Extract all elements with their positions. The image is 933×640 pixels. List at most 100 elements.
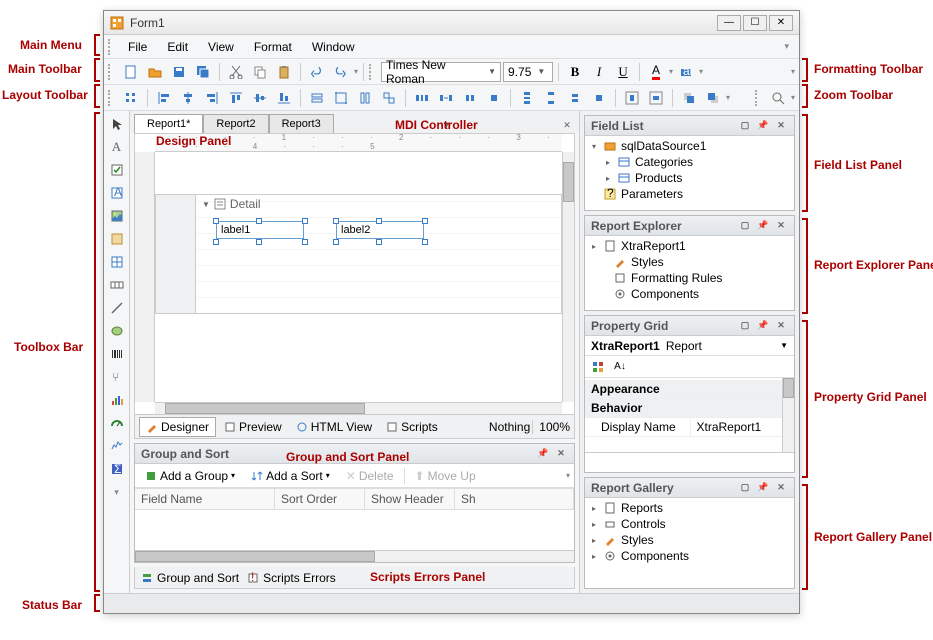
paste-icon[interactable] [273,61,295,83]
tree-categories[interactable]: ▸Categories [585,154,794,170]
prop-cat-behavior[interactable]: Behavior⌃ [585,399,794,418]
richtext-icon[interactable]: A [106,182,128,204]
center-h-icon[interactable] [621,87,643,109]
menu-view[interactable]: View [198,37,244,57]
gallery-components[interactable]: ▸Components [585,548,794,564]
pin-icon[interactable]: 📌 [536,447,550,461]
close-icon[interactable]: ✕ [774,319,788,333]
gallery-styles[interactable]: ▸Styles [585,532,794,548]
design-scrollbar-h[interactable] [155,402,562,414]
bottom-tab-group-sort[interactable]: Group and Sort [141,571,239,585]
underline-icon[interactable]: U [612,61,634,83]
hspace-remove-icon[interactable] [483,87,505,109]
window-icon[interactable]: ▢ [738,481,752,495]
hspace-dec-icon[interactable] [459,87,481,109]
gs-scrollbar-h[interactable] [135,550,574,562]
tree-formatting[interactable]: Formatting Rules [585,270,794,286]
checkbox-icon[interactable] [106,159,128,181]
delete-button[interactable]: ✕Delete [340,467,400,485]
gs-overflow-icon[interactable]: ▾ [566,471,570,480]
add-sort-button[interactable]: Add a Sort▾ [245,467,336,485]
font-family-combo[interactable]: Times New Roman▼ [381,62,501,82]
pointer-icon[interactable] [106,113,128,135]
format-toolbar-handle[interactable] [369,64,375,80]
same-size-icon[interactable] [378,87,400,109]
bottom-tab-scripts-errors[interactable]: !Scripts Errors [247,571,336,585]
copy-icon[interactable] [249,61,271,83]
col-field-name[interactable]: Field Name [135,489,275,509]
window-icon[interactable]: ▢ [738,319,752,333]
center-v-icon[interactable] [645,87,667,109]
design-surface[interactable]: · · · 1 · · · 2 · · · 3 · · · 4 · · · 5 … [134,133,575,415]
new-icon[interactable] [120,61,142,83]
window-icon[interactable]: ▢ [738,219,752,233]
font-color-icon[interactable]: A [645,61,667,83]
chart-icon[interactable] [106,389,128,411]
redo-icon[interactable] [330,61,352,83]
bold-icon[interactable]: B [564,61,586,83]
shape-icon[interactable] [106,320,128,342]
vspace-inc-icon[interactable] [540,87,562,109]
tree-styles[interactable]: Styles [585,254,794,270]
tree-datasource[interactable]: ▾sqlDataSource1 [585,138,794,154]
designer-tab[interactable]: Designer [139,417,216,437]
add-group-button[interactable]: Add a Group▾ [139,467,241,485]
vspace-remove-icon[interactable] [588,87,610,109]
design-scrollbar-v[interactable] [562,152,574,402]
categorized-icon[interactable] [589,358,607,376]
vspace-equal-icon[interactable] [516,87,538,109]
zipcode-icon[interactable]: ⑂ [106,366,128,388]
tab-close-icon[interactable]: ✕ [559,117,575,133]
prop-scrollbar[interactable] [782,378,794,452]
menu-handle[interactable] [108,39,114,55]
maximize-button[interactable]: ☐ [743,15,767,31]
same-width-icon[interactable] [306,87,328,109]
tab-report1[interactable]: Report1* [134,114,203,133]
preview-tab[interactable]: Preview [218,418,288,436]
hspace-equal-icon[interactable] [411,87,433,109]
col-sh[interactable]: Sh [455,489,574,509]
zoom-icon[interactable] [767,87,789,109]
pin-icon[interactable]: 📌 [756,219,770,233]
toolbar-handle[interactable] [108,64,114,80]
more-icon[interactable]: ▾ [106,481,128,503]
menubar-overflow-icon[interactable]: ▾ [784,41,795,52]
font-size-combo[interactable]: 9.75▼ [503,62,553,82]
tree-products[interactable]: ▸Products [585,170,794,186]
gallery-reports[interactable]: ▸Reports [585,500,794,516]
barcode-icon[interactable] [106,343,128,365]
window-icon[interactable]: ▢ [738,119,752,133]
menu-window[interactable]: Window [302,37,365,57]
band-header[interactable]: ▼ Detail [200,195,263,213]
layout-handle[interactable] [108,90,114,106]
align-center-h-icon[interactable] [177,87,199,109]
send-back-icon[interactable] [702,87,724,109]
close-icon[interactable]: ✕ [774,119,788,133]
highlight-icon[interactable]: ab [675,61,697,83]
save-icon[interactable] [168,61,190,83]
same-height-icon[interactable] [354,87,376,109]
tree-parameters[interactable]: ?Parameters [585,186,794,202]
close-icon[interactable]: ✕ [774,481,788,495]
gauge-icon[interactable] [106,412,128,434]
size-to-grid-icon[interactable] [330,87,352,109]
move-up-button[interactable]: ⬆Move Up [409,467,482,485]
align-middle-icon[interactable] [249,87,271,109]
italic-icon[interactable]: I [588,61,610,83]
pivot-icon[interactable]: Σ [106,458,128,480]
prop-cat-appearance[interactable]: Appearance⌄ [585,380,794,399]
close-icon[interactable]: ✕ [774,219,788,233]
align-left-icon[interactable] [153,87,175,109]
gallery-controls[interactable]: ▸Controls [585,516,794,532]
hspace-inc-icon[interactable] [435,87,457,109]
character-comb-icon[interactable] [106,274,128,296]
col-show-header[interactable]: Show Header [365,489,455,509]
align-top-icon[interactable] [225,87,247,109]
label-icon[interactable]: A [106,136,128,158]
cut-icon[interactable] [225,61,247,83]
pin-icon[interactable]: 📌 [756,119,770,133]
align-grid-icon[interactable] [120,87,142,109]
tab-report2[interactable]: Report2 [203,114,268,133]
tree-xtrareport[interactable]: ▸XtraReport1 [585,238,794,254]
property-object-select[interactable]: XtraReport1 Report ▼ [585,336,794,356]
